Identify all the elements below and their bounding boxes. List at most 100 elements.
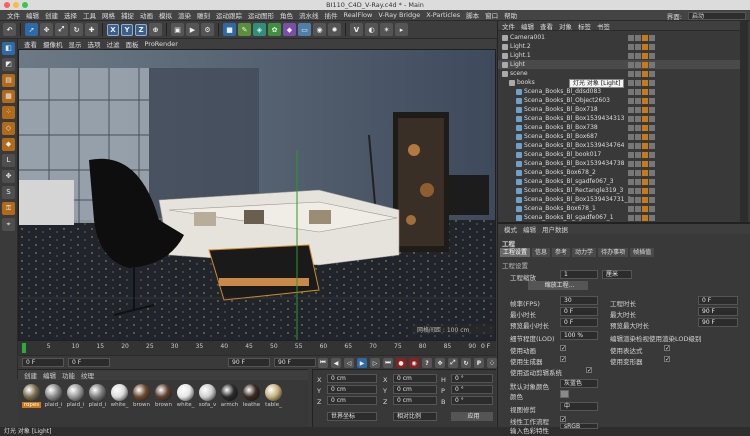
tag-icon[interactable]	[635, 61, 641, 68]
tag-icon[interactable]	[642, 160, 648, 167]
keyframe-selection-icon[interactable]: ?	[422, 358, 432, 368]
playhead[interactable]	[22, 343, 26, 353]
menu-item[interactable]: 捕捉	[118, 10, 137, 20]
tag-icon[interactable]	[649, 43, 655, 50]
tag-icon[interactable]	[635, 196, 641, 203]
object-menu-item[interactable]: 对象	[559, 21, 572, 31]
viewport-menu-item[interactable]: 显示	[69, 39, 82, 49]
tag-icon[interactable]	[635, 205, 641, 212]
menu-item[interactable]: V-Ray Bridge	[375, 11, 423, 19]
menu-item[interactable]: X-Particles	[423, 11, 463, 19]
deformer-icon[interactable]: ◆	[283, 23, 296, 36]
material-swatch[interactable]: brown	[154, 384, 173, 408]
object-row[interactable]: Scena_Books_Bl_Box718	[498, 105, 740, 114]
coordinate-system-icon[interactable]: ⊕	[149, 23, 162, 36]
points-mode-icon[interactable]: ⁘	[2, 106, 15, 119]
material-menu-item[interactable]: 编辑	[43, 370, 56, 380]
tag-icon[interactable]	[642, 79, 648, 86]
material-swatch[interactable]: ropes	[22, 384, 41, 408]
light-object-icon[interactable]: ✹	[328, 23, 341, 36]
tag-icon[interactable]	[649, 178, 655, 185]
attribute-menu-item[interactable]: 编辑	[523, 224, 536, 234]
tag-icon[interactable]	[628, 79, 634, 86]
tag-icon[interactable]	[628, 106, 634, 113]
viewport-menu-item[interactable]: 摄像机	[43, 39, 63, 49]
tag-icon[interactable]	[642, 34, 648, 41]
tag-icon[interactable]	[628, 88, 634, 95]
workplane-lock-icon[interactable]: ⚿	[2, 202, 15, 215]
object-color-dropdown[interactable]: 灰蓝色	[560, 379, 598, 388]
object-row[interactable]: Light.2	[498, 42, 740, 51]
array-generator-icon[interactable]: ✿	[268, 23, 281, 36]
record-key-icon[interactable]: ●	[396, 358, 406, 368]
position-x-field[interactable]: 0 cm	[327, 374, 377, 383]
floor-object-icon[interactable]: ▭	[298, 23, 311, 36]
tag-icon[interactable]	[635, 88, 641, 95]
use-expressions-checkbox[interactable]: ✓	[664, 345, 670, 352]
attribute-tab[interactable]: 参考	[552, 248, 571, 257]
tag-icon[interactable]	[635, 187, 641, 194]
max-time-field[interactable]: 90 F	[698, 307, 738, 316]
tag-icon[interactable]	[642, 97, 648, 104]
attribute-tab[interactable]: 待办事项	[598, 248, 629, 257]
tag-icon[interactable]	[628, 151, 634, 158]
tag-icon[interactable]	[635, 133, 641, 140]
tag-icon[interactable]	[628, 160, 634, 167]
tag-icon[interactable]	[642, 151, 648, 158]
tag-icon[interactable]	[642, 43, 648, 50]
menu-item[interactable]: 渲染	[175, 10, 194, 20]
play-icon[interactable]: ▶	[357, 358, 367, 368]
attribute-tab[interactable]: 帧插值	[630, 248, 655, 257]
move-tool-icon[interactable]: ✥	[40, 23, 53, 36]
material-swatch[interactable]: white_	[110, 384, 129, 408]
menu-item[interactable]: 雕刻	[194, 10, 213, 20]
close-window-button[interactable]	[4, 2, 10, 8]
min-time-field[interactable]: 0 F	[560, 307, 598, 316]
rotate-tool-icon[interactable]: ↻	[70, 23, 83, 36]
point-level-key-icon[interactable]: ⁘	[487, 358, 497, 368]
tag-icon[interactable]	[649, 133, 655, 140]
tag-icon[interactable]	[642, 214, 648, 221]
motion-system-checkbox[interactable]: ✓	[586, 367, 592, 374]
tag-icon[interactable]	[642, 115, 648, 122]
current-frame-field[interactable]: 0 F	[68, 358, 110, 367]
object-row[interactable]: Scena_Books_Bl_Box1539434764	[498, 141, 740, 150]
tag-icon[interactable]	[642, 205, 648, 212]
tag-icon[interactable]	[628, 52, 634, 59]
tag-icon[interactable]	[649, 214, 655, 221]
axis-mode-icon[interactable]: L	[2, 154, 15, 167]
y-axis-lock-button[interactable]: Y	[121, 23, 133, 36]
attribute-tab[interactable]: 工程设置	[500, 248, 531, 257]
object-row[interactable]: Light.1	[498, 51, 740, 60]
tag-icon[interactable]	[649, 160, 655, 167]
tag-icon[interactable]	[628, 205, 634, 212]
model-mode-icon[interactable]: ◩	[2, 58, 15, 71]
tag-icon[interactable]	[642, 169, 648, 176]
viewport-menu-item[interactable]: 选项	[88, 39, 101, 49]
attribute-menu-item[interactable]: 模式	[504, 224, 517, 234]
object-row[interactable]: Scena_Books_Bl_Rectangle319_3	[498, 186, 740, 195]
minimize-window-button[interactable]	[13, 2, 19, 8]
preview-end-field[interactable]: 90 F	[274, 358, 316, 367]
material-swatch[interactable]: white_	[176, 384, 195, 408]
timeline-ruler[interactable]: 051015202530354045505560657075808590 0 F	[18, 341, 496, 355]
object-row[interactable]: Scena_Books_Bl_Box1539434313	[498, 114, 740, 123]
menu-item[interactable]: 角色	[277, 10, 296, 20]
object-row[interactable]: Camera001	[498, 33, 740, 42]
rotation-b-field[interactable]: 0 °	[451, 396, 493, 405]
tag-icon[interactable]	[642, 196, 648, 203]
scale-tool-icon[interactable]: ⤢	[55, 23, 68, 36]
object-row[interactable]: Light	[498, 60, 740, 69]
interface-dropdown[interactable]: 启动	[688, 12, 746, 20]
tag-icon[interactable]	[649, 70, 655, 77]
material-swatch[interactable]: armch	[220, 384, 239, 408]
tag-icon[interactable]	[649, 196, 655, 203]
tag-icon[interactable]	[628, 169, 634, 176]
video-render-icon[interactable]: ▸	[395, 23, 408, 36]
tag-icon[interactable]	[635, 115, 641, 122]
tag-icon[interactable]	[635, 52, 641, 59]
tag-icon[interactable]	[628, 178, 634, 185]
attribute-menu-item[interactable]: 用户数据	[542, 224, 568, 234]
cube-object-icon[interactable]: ■	[223, 23, 236, 36]
menu-item[interactable]: 运动跟踪	[213, 10, 245, 20]
